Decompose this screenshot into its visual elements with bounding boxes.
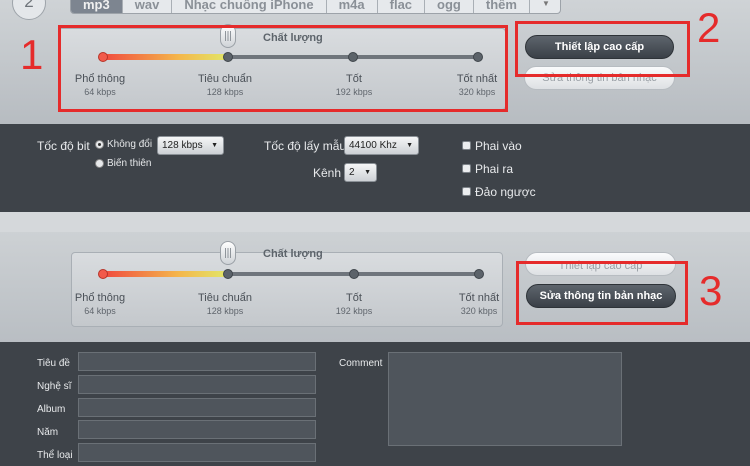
fade-out-checkbox[interactable] [462,164,471,173]
quality-slider-handle[interactable] [220,241,236,265]
bitrate-select[interactable]: 128 kbps ▼ [157,136,224,155]
tab-iphone-ringtone[interactable]: Nhạc chuông iPhone [172,0,327,13]
level-rate: 192 kbps [335,306,373,316]
level-rate: 320 kbps [460,306,498,316]
title-label: Tiêu đề [37,358,70,369]
quality-track-fill [103,271,229,277]
tab-flac[interactable]: flac [378,0,426,13]
level-name: Tốt [346,292,362,304]
caret-down-icon: ▼ [406,142,413,149]
level-name: Phổ thông [74,292,126,304]
fade-in-label[interactable]: Phai vào [475,139,522,153]
tab-more[interactable]: thêm [474,0,530,13]
tab-ogg[interactable]: ogg [425,0,474,13]
chevron-down-icon[interactable]: ▼ [530,0,560,13]
caret-down-icon: ▼ [364,169,371,176]
artist-label: Nghệ sĩ [37,381,72,392]
annotation-box-3 [516,261,688,325]
year-field[interactable] [78,420,316,439]
tab-wav[interactable]: wav [123,0,173,13]
comment-label: Comment [339,358,383,369]
sample-rate-label: Tốc độ lấy mẫu [264,139,347,153]
level-name: Tiêu chuẩn [197,292,253,304]
sample-rate-select[interactable]: 44100 Khz ▼ [344,136,419,155]
radio-variable-label[interactable]: Biến thiên [107,158,151,169]
tab-m4a[interactable]: m4a [327,0,378,13]
radio-constant-label[interactable]: Không đổi [107,139,152,150]
genre-label: Thể loại [37,450,73,461]
annotation-label-1: 1 [20,31,44,78]
title-field[interactable] [78,352,316,371]
album-label: Album [37,404,66,415]
channel-value: 2 [349,167,355,178]
annotation-box-2 [515,21,690,77]
quality-stop-1[interactable] [223,269,233,279]
radio-constant[interactable] [95,140,104,149]
annotation-label-2: 2 [697,4,721,51]
quality-stop-3[interactable] [474,269,484,279]
album-field[interactable] [78,398,316,417]
reverse-checkbox[interactable] [462,187,471,196]
bitrate-value: 128 kbps [162,140,203,151]
channel-select[interactable]: 2 ▼ [344,163,377,182]
sample-rate-value: 44100 Khz [349,140,397,151]
annotation-label-3: 3 [699,267,723,314]
level-name: Tốt nhất [458,292,500,304]
quality-title: Chất lượng [263,248,323,260]
fade-in-checkbox[interactable] [462,141,471,150]
level-rate: 64 kbps [84,306,116,316]
section-divider [0,212,750,232]
quality-stop-0[interactable] [98,269,108,279]
fade-out-label[interactable]: Phai ra [475,162,513,176]
channel-label: Kênh [313,166,342,180]
caret-down-icon: ▼ [211,142,218,149]
bitrate-label: Tốc độ bit [37,139,90,153]
genre-field[interactable] [78,443,316,462]
format-tabs: mp3 wav Nhạc chuông iPhone m4a flac ogg … [70,0,561,14]
quality-stop-2[interactable] [349,269,359,279]
reverse-label[interactable]: Đảo ngược [475,185,536,199]
tab-mp3[interactable]: mp3 [71,0,123,13]
comment-field[interactable] [388,352,622,446]
radio-variable[interactable] [95,159,104,168]
annotation-box-1 [58,25,508,112]
year-label: Năm [37,427,59,438]
artist-field[interactable] [78,375,316,394]
level-rate: 128 kbps [206,306,244,316]
